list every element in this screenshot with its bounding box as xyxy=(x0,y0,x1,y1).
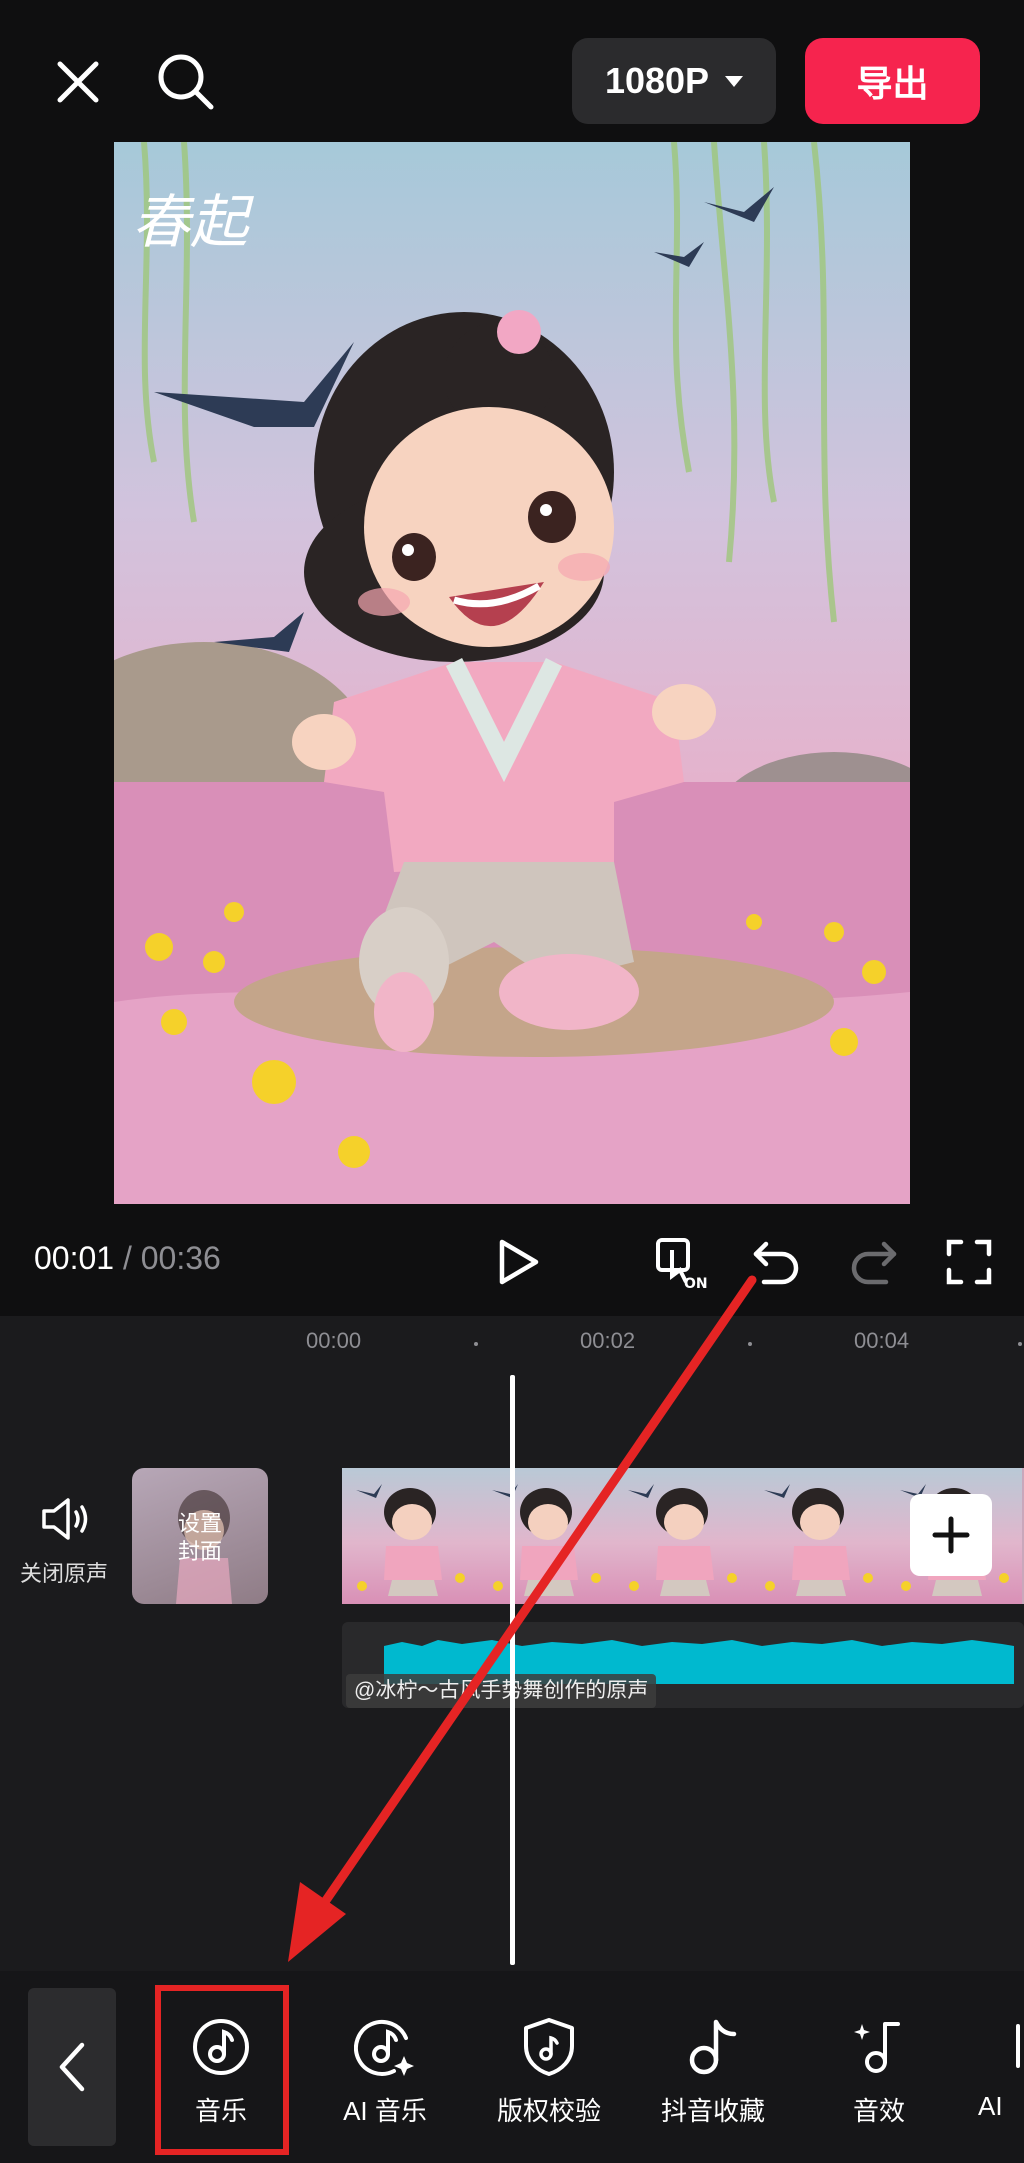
video-preview[interactable]: 春起 xyxy=(114,142,910,1204)
douyin-favorites-icon xyxy=(689,2019,737,2075)
fullscreen-icon[interactable] xyxy=(940,1234,998,1290)
search-icon[interactable] xyxy=(152,48,220,116)
ruler-dot xyxy=(1018,1342,1022,1346)
tool-sound-effect-label: 音效 xyxy=(852,2096,905,2126)
tool-copyright-check[interactable]: 版权校验 xyxy=(484,2016,614,2128)
clip-frame xyxy=(750,1468,886,1604)
export-button[interactable]: 导出 xyxy=(805,38,980,124)
preview-overlay-title: 春起 xyxy=(132,188,254,256)
timecode: 00:01 / 00:36 xyxy=(34,1240,221,1277)
clip-frame xyxy=(342,1468,478,1604)
add-clip-button[interactable] xyxy=(910,1494,992,1576)
audio-track-label: @冰柠～古风手势舞创作的原声 xyxy=(346,1674,657,1708)
sound-effect-icon xyxy=(854,2022,900,2073)
resolution-value: 1080P xyxy=(604,60,710,101)
tool-ai-music-label: AI 音乐 xyxy=(343,2096,427,2126)
close-icon[interactable] xyxy=(48,52,108,112)
ruler-dot xyxy=(748,1342,752,1346)
mute-original-button[interactable] xyxy=(36,1490,94,1548)
resolution-dropdown[interactable]: 1080P xyxy=(572,38,776,124)
tool-douyin-favorites[interactable]: 抖音收藏 xyxy=(648,2016,778,2128)
mute-original-label: 关闭原声 xyxy=(20,1561,109,1586)
speaker-icon xyxy=(42,1498,88,1540)
chevron-left-icon xyxy=(59,2042,85,2092)
clip-frame xyxy=(614,1468,750,1604)
time-separator: / xyxy=(114,1240,141,1276)
total-time: 00:36 xyxy=(140,1240,221,1276)
current-time: 00:01 xyxy=(34,1240,115,1276)
ruler-dot xyxy=(474,1342,478,1346)
tool-douyin-favorites-label: 抖音收藏 xyxy=(660,2096,765,2126)
ai-icon xyxy=(1016,2024,1020,2068)
tool-ai[interactable]: AI xyxy=(978,2016,1024,2122)
play-icon[interactable] xyxy=(488,1234,548,1290)
tool-ai-label: AI xyxy=(978,2091,1003,2121)
clip-frame xyxy=(478,1468,614,1604)
keyframe-on-icon[interactable]: ON xyxy=(654,1236,708,1290)
caret-down-icon xyxy=(725,75,744,87)
redo-icon[interactable] xyxy=(846,1234,902,1290)
tool-sound-effect[interactable]: 音效 xyxy=(814,2016,944,2128)
back-button[interactable] xyxy=(28,1988,116,2146)
svg-text:ON: ON xyxy=(684,1276,708,1290)
ruler-tick: 00:04 xyxy=(854,1328,910,1353)
tool-copyright-check-label: 版权校验 xyxy=(496,2096,601,2126)
ai-music-icon xyxy=(353,2019,414,2076)
highlight-box xyxy=(155,1985,289,2155)
set-cover-label: 设置 封面 xyxy=(177,1511,222,1564)
ruler-tick: 00:02 xyxy=(580,1328,636,1353)
playhead[interactable] xyxy=(510,1375,515,1965)
copyright-check-icon xyxy=(524,2018,574,2076)
set-cover-button[interactable]: 设置 封面 xyxy=(132,1468,268,1604)
plus-icon xyxy=(932,1516,970,1554)
tool-ai-music[interactable]: AI 音乐 xyxy=(320,2016,450,2128)
ruler-tick: 00:00 xyxy=(306,1328,362,1353)
undo-icon[interactable] xyxy=(748,1234,804,1290)
